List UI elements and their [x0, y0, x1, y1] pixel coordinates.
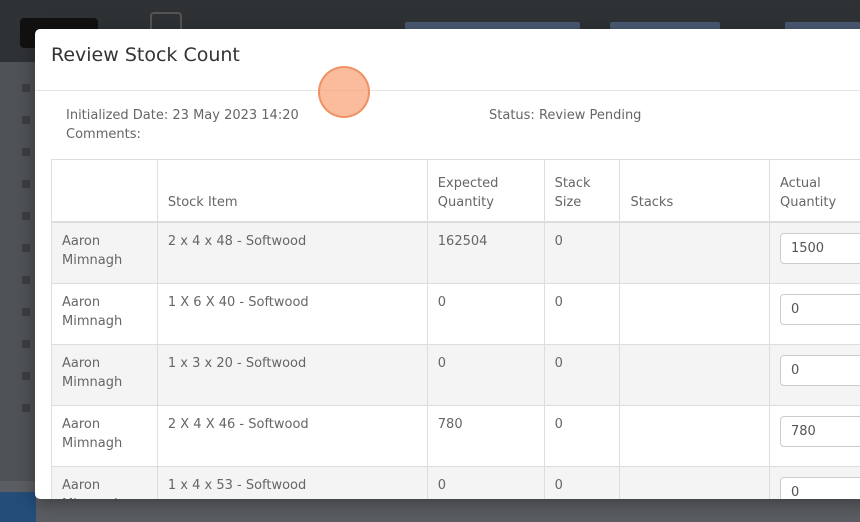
row-stock-item: 1 x 3 x 20 - Softwood: [157, 344, 427, 405]
row-stock-item: 1 X 6 X 40 - Softwood: [157, 283, 427, 344]
row-stock-item: 2 x 4 x 48 - Softwood: [157, 222, 427, 283]
column-header-stack-size: Stack Size: [544, 160, 620, 223]
stock-count-table: Stock Item Expected Quantity Stack Size …: [51, 159, 860, 499]
initialized-date-line: Initialized Date: 23 May 2023 14:20: [66, 106, 299, 125]
actual-quantity-input[interactable]: [780, 294, 860, 325]
actual-quantity-input[interactable]: [780, 355, 860, 386]
row-stack-size: 0: [544, 466, 620, 499]
status-value: Review Pending: [539, 108, 641, 123]
column-header-stacks: Stacks: [620, 160, 770, 223]
row-expected-quantity: 780: [427, 405, 544, 466]
actual-quantity-input[interactable]: [780, 233, 860, 264]
row-stack-size: 0: [544, 405, 620, 466]
review-stock-count-modal: Review Stock Count Initialized Date: 23 …: [35, 29, 860, 499]
row-user: Aaron Mimnagh: [52, 344, 158, 405]
row-expected-quantity: 0: [427, 283, 544, 344]
row-user: Aaron Mimnagh: [52, 405, 158, 466]
row-user: Aaron Mimnagh: [52, 222, 158, 283]
modal-header: Review Stock Count: [35, 29, 860, 91]
row-expected-quantity: 162504: [427, 222, 544, 283]
status-line: Status: Review Pending: [489, 106, 641, 125]
row-stack-size: 0: [544, 222, 620, 283]
initialized-date-value: 23 May 2023 14:20: [172, 108, 298, 123]
actual-quantity-input[interactable]: [780, 477, 860, 500]
row-expected-quantity: 0: [427, 466, 544, 499]
table-row: Aaron Mimnagh 1 X 6 X 40 - Softwood 0 0: [52, 283, 860, 344]
initialized-date-label: Initialized Date:: [66, 108, 168, 123]
column-header-actual-quantity: Actual Quantity: [769, 160, 860, 223]
column-header-stock-item: Stock Item: [157, 160, 427, 223]
comments-label: Comments:: [66, 125, 141, 144]
actual-quantity-input[interactable]: [780, 416, 860, 447]
table-row: Aaron Mimnagh 2 X 4 X 46 - Softwood 780 …: [52, 405, 860, 466]
column-header-user: [52, 160, 158, 223]
click-indicator: [318, 66, 370, 118]
status-label: Status:: [489, 108, 535, 123]
row-stack-size: 0: [544, 344, 620, 405]
row-actual-quantity-cell: [769, 466, 860, 499]
row-expected-quantity: 0: [427, 344, 544, 405]
row-actual-quantity-cell: [769, 283, 860, 344]
background-sidebar: [0, 62, 36, 481]
row-stacks: [620, 405, 770, 466]
row-user: Aaron Mimnagh: [52, 466, 158, 499]
row-user: Aaron Mimnagh: [52, 283, 158, 344]
table-row: Aaron Mimnagh 1 x 3 x 20 - Softwood 0 0: [52, 344, 860, 405]
row-actual-quantity-cell: [769, 344, 860, 405]
table-row: Aaron Mimnagh 1 x 4 x 53 - Softwood 0 0: [52, 466, 860, 499]
row-actual-quantity-cell: [769, 405, 860, 466]
table-header-row: Stock Item Expected Quantity Stack Size …: [52, 160, 860, 223]
row-stacks: [620, 283, 770, 344]
row-stacks: [620, 344, 770, 405]
modal-title: Review Stock Count: [51, 44, 240, 66]
row-actual-quantity-cell: [769, 222, 860, 283]
table-row: Aaron Mimnagh 2 x 4 x 48 - Softwood 1625…: [52, 222, 860, 283]
column-header-expected-quantity: Expected Quantity: [427, 160, 544, 223]
row-stack-size: 0: [544, 283, 620, 344]
row-stacks: [620, 222, 770, 283]
row-stock-item: 1 x 4 x 53 - Softwood: [157, 466, 427, 499]
row-stock-item: 2 X 4 X 46 - Softwood: [157, 405, 427, 466]
row-stacks: [620, 466, 770, 499]
